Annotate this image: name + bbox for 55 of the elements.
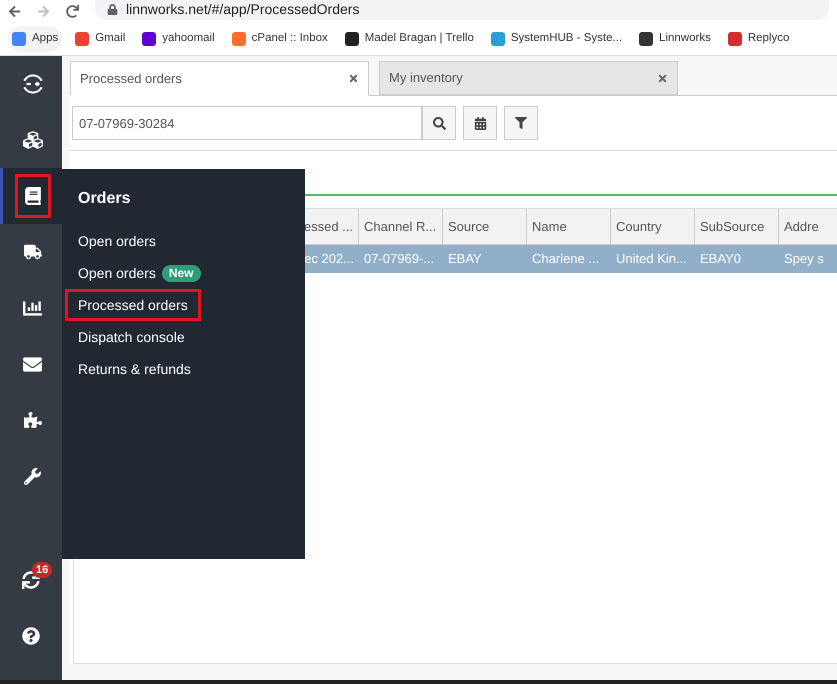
calendar-icon: [474, 116, 486, 130]
bookmark[interactable]: SystemHUB - Syste...: [486, 26, 626, 52]
address-bar[interactable]: linnworks.net/#/app/ProcessedOrders: [95, 0, 829, 20]
puzzle-icon: [24, 411, 42, 429]
help-icon: [22, 627, 40, 645]
column-header[interactable]: Source: [443, 209, 527, 244]
back-icon[interactable]: [8, 4, 21, 18]
cubes-icon: [22, 130, 42, 150]
table-cell-text: EBAY: [447, 250, 483, 268]
count-badge: 16: [32, 562, 52, 578]
column-header[interactable]: Channel R...: [359, 209, 443, 244]
close-icon[interactable]: [657, 72, 668, 84]
wrench-icon: [24, 468, 41, 484]
close-icon[interactable]: [348, 73, 359, 84]
column-header[interactable]: Country: [611, 209, 695, 244]
menu-item[interactable]: Processed orders: [65, 289, 201, 321]
tab[interactable]: Processed orders: [70, 61, 369, 96]
bookmark[interactable]: Apps: [8, 26, 62, 52]
bookmark[interactable]: yahoomail: [138, 26, 219, 52]
bookmark[interactable]: Madel Bragan | Trello: [340, 26, 478, 52]
menu-item[interactable]: Open orders New: [78, 257, 201, 289]
table-cell-text: 07-07969-...: [363, 250, 436, 268]
reload-icon[interactable]: [66, 4, 79, 18]
truck-icon: [24, 243, 42, 261]
column-header[interactable]: SubSource: [695, 209, 779, 244]
bar-chart-icon: [23, 298, 42, 318]
table-cell-text: EBAY0: [699, 250, 742, 268]
book-icon: [24, 187, 42, 205]
lock-icon: [107, 4, 118, 14]
menu-title: Orders: [78, 189, 132, 209]
column-header[interactable]: Addre: [779, 209, 837, 244]
table-cell-text: United Kin...: [615, 250, 688, 268]
bookmark[interactable]: Replyco: [724, 26, 794, 52]
sidebar-item[interactable]: [0, 168, 62, 224]
sidebar-item[interactable]: 16: [0, 552, 62, 608]
menu-item[interactable]: Dispatch console: [78, 321, 185, 353]
menu-item[interactable]: Returns & refunds: [78, 353, 191, 385]
mail-icon: [23, 354, 42, 374]
url-text: linnworks.net/#/app/ProcessedOrders: [126, 0, 360, 19]
search-field[interactable]: 07-07969-30284: [72, 106, 422, 140]
calendar-button[interactable]: [463, 106, 497, 140]
column-header[interactable]: Name: [527, 209, 611, 244]
bookmark[interactable]: cPanel :: Inbox: [228, 26, 332, 52]
bookmark[interactable]: Gmail: [71, 26, 130, 52]
search-icon: [432, 116, 446, 130]
filter-button[interactable]: [504, 106, 538, 140]
new-badge: New: [162, 264, 201, 282]
bookmark[interactable]: Linnworks: [635, 26, 715, 52]
menu-item[interactable]: Open orders: [78, 225, 156, 257]
table-cell-text: ec 202...: [303, 250, 355, 268]
table-cell-text: Spey s: [783, 250, 825, 268]
filter-icon: [515, 117, 527, 129]
table-cell-text: Charlene ...: [531, 250, 600, 268]
search-button[interactable]: [422, 106, 456, 140]
tab[interactable]: My inventory: [379, 61, 678, 95]
